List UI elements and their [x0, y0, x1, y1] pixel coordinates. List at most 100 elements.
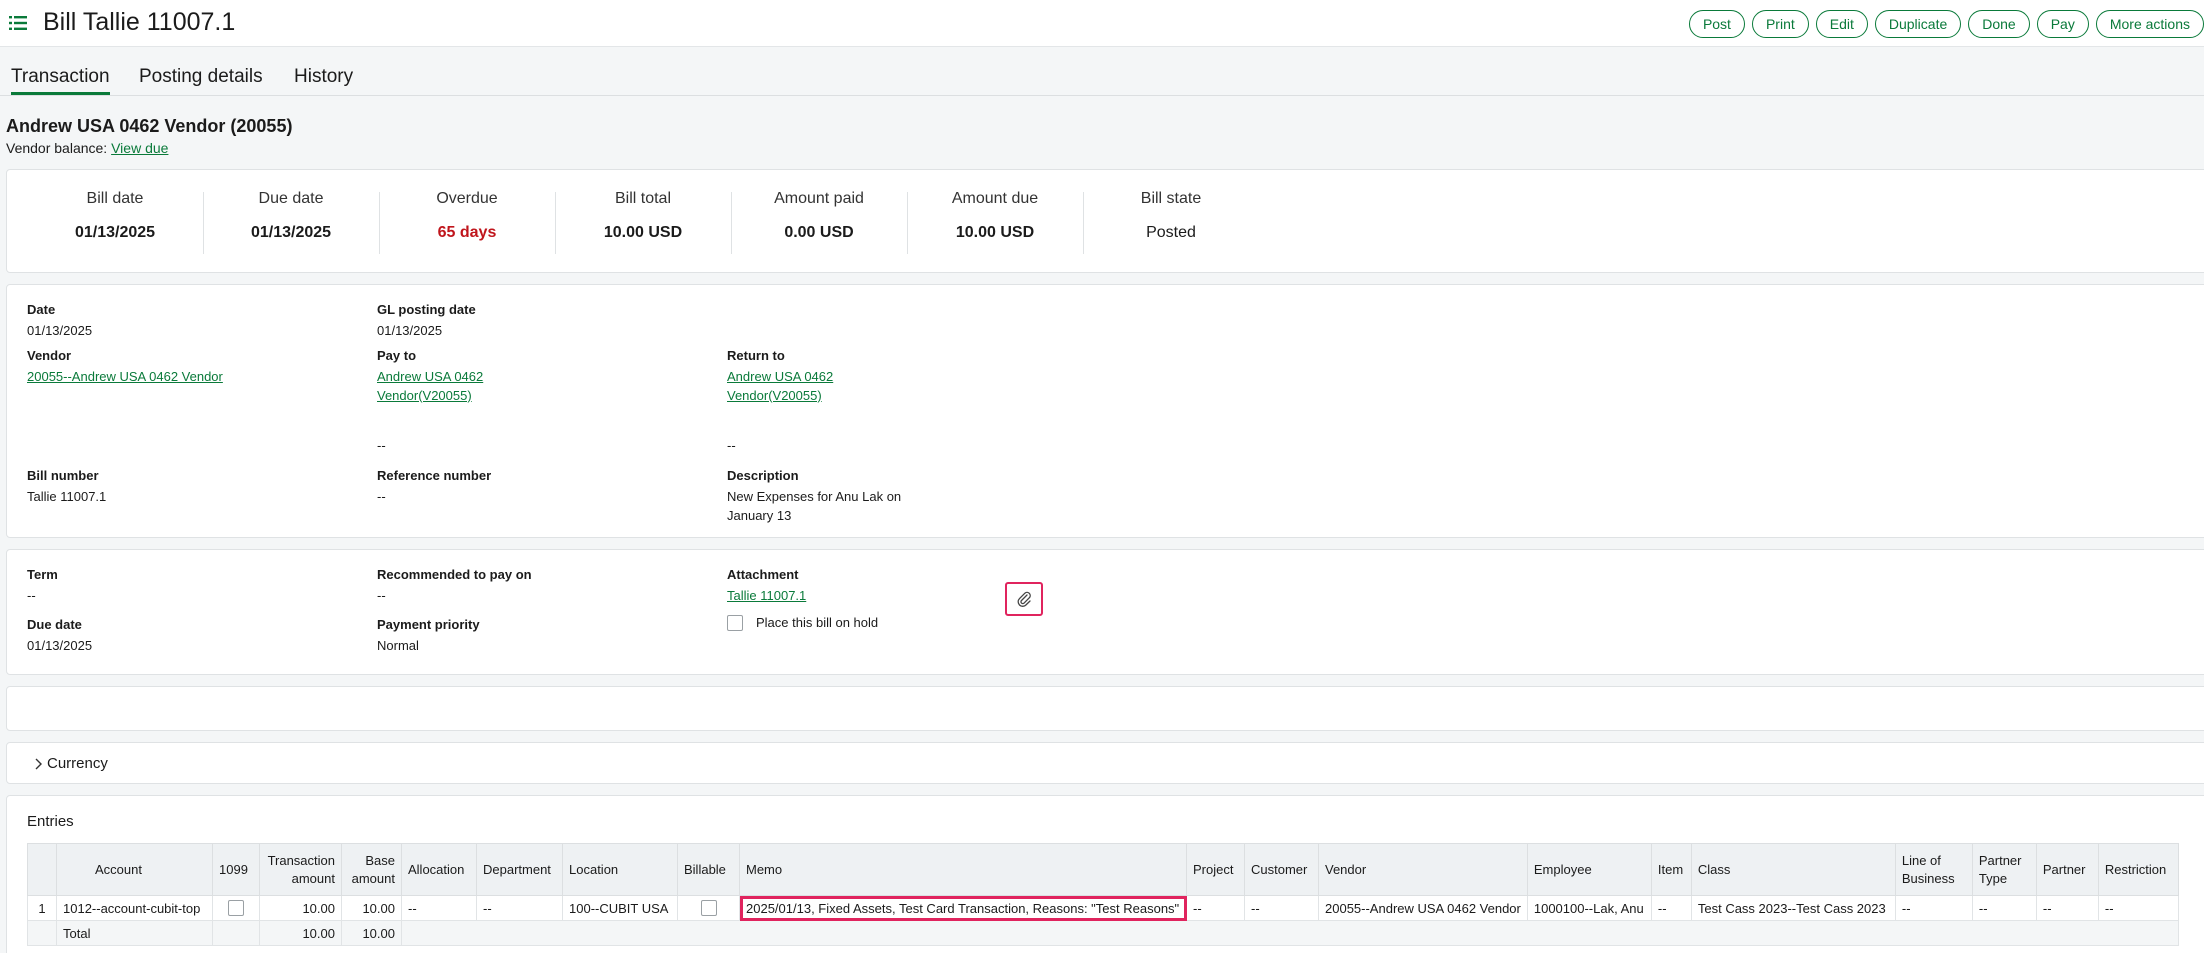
col-project[interactable]: Project [1186, 843, 1245, 896]
terms-card: Term -- Recommended to pay on -- Attachm… [6, 549, 2204, 675]
cell-department: -- [476, 895, 563, 921]
col-restriction[interactable]: Restriction [2097, 843, 2179, 896]
col-class[interactable]: Class [1690, 843, 1896, 896]
summary-label: Bill date [86, 190, 144, 207]
pay-to-link[interactable]: Andrew USA 0462 Vendor(V20055) [377, 367, 483, 405]
cell-memo[interactable]: 2025/01/13, Fixed Assets, Test Card Tran… [739, 895, 1187, 921]
cell-base-amount: 10.00 [341, 895, 402, 921]
total-transaction-amount: 10.00 [259, 920, 342, 946]
duplicate-button[interactable]: Duplicate [1874, 10, 1962, 38]
tab-history[interactable]: History [294, 66, 353, 88]
return-to-extra: -- [727, 438, 736, 453]
summary-label: Due date [258, 190, 324, 207]
vendor-title: Andrew USA 0462 Vendor (20055) [6, 116, 293, 136]
return-to-label: Return to [727, 348, 785, 363]
total-base-amount: 10.00 [341, 920, 402, 946]
cell-billable [677, 895, 740, 921]
return-to-line2: Vendor(V20055) [727, 388, 822, 403]
post-button[interactable]: Post [1688, 10, 1745, 38]
attach-button[interactable] [1005, 582, 1043, 616]
attachment-link[interactable]: Tallie 11007.1 [727, 586, 806, 605]
summary-label: Bill state [1140, 190, 1202, 207]
entries-title: Entries [27, 813, 74, 830]
page-header: Bill Tallie 11007.1 Post Print Edit Dupl… [0, 0, 2204, 47]
bill-number-value: Tallie 11007.1 [27, 489, 107, 504]
col-vendor[interactable]: Vendor [1318, 843, 1528, 896]
hold-checkbox[interactable] [727, 615, 743, 631]
tab-posting-details[interactable]: Posting details [139, 66, 263, 88]
billable-checkbox[interactable] [700, 900, 717, 917]
done-button[interactable]: Done [1968, 10, 2030, 38]
col-item[interactable]: Item [1650, 843, 1692, 896]
cell-partner-type: -- [1971, 895, 2037, 921]
cell-vendor: 20055--Andrew USA 0462 Vendor [1318, 895, 1528, 921]
summary-value: 01/13/2025 [250, 224, 332, 241]
edit-button[interactable]: Edit [1815, 10, 1868, 38]
empty-section [6, 686, 2204, 731]
1099-checkbox[interactable] [228, 900, 244, 917]
cell-allocation: -- [401, 895, 477, 921]
total-blank [27, 920, 57, 946]
summary-bill-date: Bill date 01/13/2025 [27, 190, 203, 242]
date-label: Date [27, 302, 56, 317]
col-partner-type[interactable]: Partner Type [1971, 843, 2037, 896]
pay-button[interactable]: Pay [2036, 10, 2089, 38]
summary-value: 10.00 USD [955, 224, 1035, 241]
bill-summary-card: Bill date 01/13/2025 Due date 01/13/2025… [6, 169, 2204, 273]
return-to-link[interactable]: Andrew USA 0462 Vendor(V20055) [727, 367, 833, 405]
tab-transaction[interactable]: Transaction [11, 66, 110, 95]
summary-bill-state: Bill state Posted [1083, 190, 1259, 242]
cell-class: Test Cass 2023--Test Cass 2023 [1690, 895, 1896, 921]
entries-card: Entries Account 1099 Transaction amount … [6, 795, 2204, 953]
return-to-line1: Andrew USA 0462 [727, 369, 834, 384]
view-due-link[interactable]: View due [111, 140, 168, 156]
summary-label: Amount paid [774, 190, 864, 207]
cell-line-of-business: -- [1894, 895, 1973, 921]
total-blank [212, 920, 260, 946]
term-value: -- [27, 588, 36, 603]
description-line1: New Expenses for Anu Lak on [727, 489, 902, 504]
cell-restriction: -- [2097, 895, 2179, 921]
due-date-value: 01/13/2025 [27, 638, 93, 653]
print-button[interactable]: Print [1751, 10, 1809, 38]
total-blank [401, 920, 2179, 946]
col-department[interactable]: Department [476, 843, 563, 896]
summary-value: Posted [1146, 224, 1196, 241]
col-billable[interactable]: Billable [677, 843, 740, 896]
cell-employee: 1000100--Lak, Anu [1526, 895, 1652, 921]
vendor-balance-label: Vendor balance: [6, 140, 108, 156]
total-label: Total [56, 920, 213, 946]
currency-label[interactable]: Currency [47, 755, 108, 772]
vendor-balance: Vendor balance: View due [6, 140, 168, 156]
list-menu-icon[interactable] [8, 13, 28, 33]
gl-posting-date-label: GL posting date [377, 302, 476, 317]
col-line-of-business[interactable]: Line of Business [1894, 843, 1973, 896]
col-customer[interactable]: Customer [1244, 843, 1319, 896]
description-value: New Expenses for Anu Lak on January 13 [727, 487, 901, 525]
cell-location: 100--CUBIT USA [562, 895, 678, 921]
row-number: 1 [27, 895, 57, 921]
summary-value: 10.00 USD [603, 224, 683, 241]
description-line2: January 13 [727, 508, 792, 523]
recommended-pay-value: -- [377, 588, 386, 603]
col-partner[interactable]: Partner [2035, 843, 2099, 896]
vendor-label: Vendor [27, 348, 72, 363]
col-transaction-amount[interactable]: Transaction amount [259, 843, 342, 896]
chevron-right-icon[interactable] [33, 758, 43, 770]
col-location[interactable]: Location [562, 843, 678, 896]
col-employee[interactable]: Employee [1526, 843, 1652, 896]
currency-section[interactable]: Currency [6, 742, 2204, 784]
summary-value: 01/13/2025 [74, 224, 156, 241]
col-allocation[interactable]: Allocation [401, 843, 477, 896]
summary-label: Overdue [436, 190, 498, 207]
col-account[interactable]: Account [56, 843, 213, 896]
pay-to-label: Pay to [377, 348, 417, 363]
more-actions-button[interactable]: More actions [2095, 10, 2204, 38]
term-label: Term [27, 567, 58, 582]
col-memo[interactable]: Memo [739, 843, 1187, 896]
col-base-amount[interactable]: Base amount [341, 843, 402, 896]
summary-value: 0.00 USD [784, 224, 854, 241]
total-row: Total 10.00 10.00 [27, 920, 2179, 946]
col-1099[interactable]: 1099 [212, 843, 260, 896]
vendor-link[interactable]: 20055--Andrew USA 0462 Vendor [27, 367, 223, 386]
